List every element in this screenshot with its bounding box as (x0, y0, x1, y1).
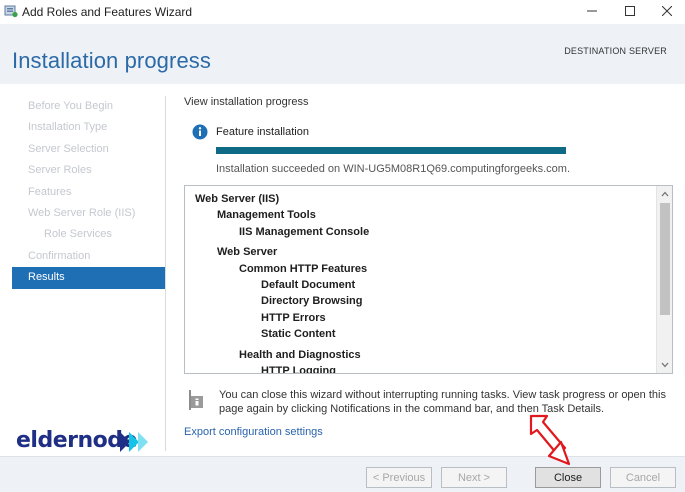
nav-item-role-services: Role Services (44, 228, 112, 241)
tree-item-http-errors: HTTP Errors (261, 311, 326, 324)
tree-item-iis-management-console: IIS Management Console (239, 225, 370, 238)
tree-item-health-and-diagnostics: Health and Diagnostics (239, 348, 361, 361)
nav-item-results[interactable]: Results (12, 267, 165, 289)
nav-item-web-server-role: Web Server Role (IIS) (28, 206, 136, 219)
features-tree: Web Server (IIS) Management Tools IIS Ma… (195, 191, 655, 374)
scroll-up-button[interactable] (657, 186, 672, 202)
scroll-thumb[interactable] (660, 203, 670, 315)
installation-progress-bar (216, 147, 566, 154)
wizard-footer: < Previous Next > Close Cancel (0, 456, 685, 492)
tree-item-web-server-iis: Web Server (IIS) (195, 193, 280, 205)
scroll-down-button[interactable] (657, 357, 672, 373)
close-icon (662, 6, 672, 16)
section-label: View installation progress (184, 96, 309, 108)
nav-item-installation-type: Installation Type (28, 121, 108, 134)
eldernode-logo-text: eldernode (16, 428, 137, 453)
installation-result-text: Installation succeeded on WIN-UG5M08R1Q6… (216, 163, 571, 175)
notification-flag-icon (188, 389, 206, 411)
tree-item-default-document: Default Document (261, 278, 356, 291)
cancel-button[interactable]: Cancel (610, 467, 676, 488)
previous-button[interactable]: < Previous (366, 467, 432, 488)
eldernode-logo: eldernode (16, 428, 156, 456)
logo-arrows-icon (120, 432, 148, 452)
tree-item-static-content: Static Content (261, 328, 336, 341)
maximize-icon (625, 6, 635, 16)
tree-item-directory-browsing: Directory Browsing (261, 295, 363, 308)
wizard-header: Installation progress DESTINATION SERVER (0, 24, 685, 84)
nav-divider (165, 96, 166, 451)
tree-item-web-server: Web Server (217, 246, 278, 259)
chevron-up-icon (661, 191, 669, 197)
tree-item-management-tools: Management Tools (217, 209, 316, 222)
window-titlebar: Add Roles and Features Wizard (0, 0, 685, 24)
info-icon (192, 124, 208, 140)
list-scrollbar[interactable] (656, 186, 672, 373)
maximize-button[interactable] (613, 0, 647, 22)
main-panel: View installation progress Feature insta… (184, 84, 674, 454)
feature-installation-label: Feature installation (216, 126, 309, 138)
page-title: Installation progress (12, 48, 211, 73)
window-title: Add Roles and Features Wizard (22, 5, 193, 19)
nav-item-server-selection: Server Selection (28, 142, 109, 155)
installed-features-list[interactable]: Web Server (IIS) Management Tools IIS Ma… (184, 185, 673, 374)
annotation-arrow-icon (529, 414, 571, 466)
chevron-down-icon (661, 362, 669, 368)
nav-item-server-roles: Server Roles (28, 164, 92, 177)
close-button[interactable]: Close (535, 467, 601, 488)
minimize-icon (587, 10, 597, 12)
progress-fill (216, 147, 566, 154)
wizard-steps-nav: Before You Begin Installation Type Serve… (12, 96, 165, 289)
close-wizard-note: You can close this wizard without interr… (219, 389, 666, 415)
tree-item-http-logging: HTTP Logging (261, 364, 336, 374)
tree-item-common-http-features: Common HTTP Features (239, 262, 368, 275)
nav-item-features: Features (28, 185, 72, 198)
minimize-button[interactable] (575, 0, 609, 22)
next-button[interactable]: Next > (441, 467, 507, 488)
nav-item-before-you-begin: Before You Begin (28, 100, 114, 112)
destination-server-label: DESTINATION SERVER (564, 46, 667, 56)
export-configuration-link[interactable]: Export configuration settings (184, 426, 323, 438)
nav-item-confirmation: Confirmation (28, 249, 91, 262)
server-manager-icon (4, 4, 18, 18)
close-window-button[interactable] (650, 0, 684, 22)
